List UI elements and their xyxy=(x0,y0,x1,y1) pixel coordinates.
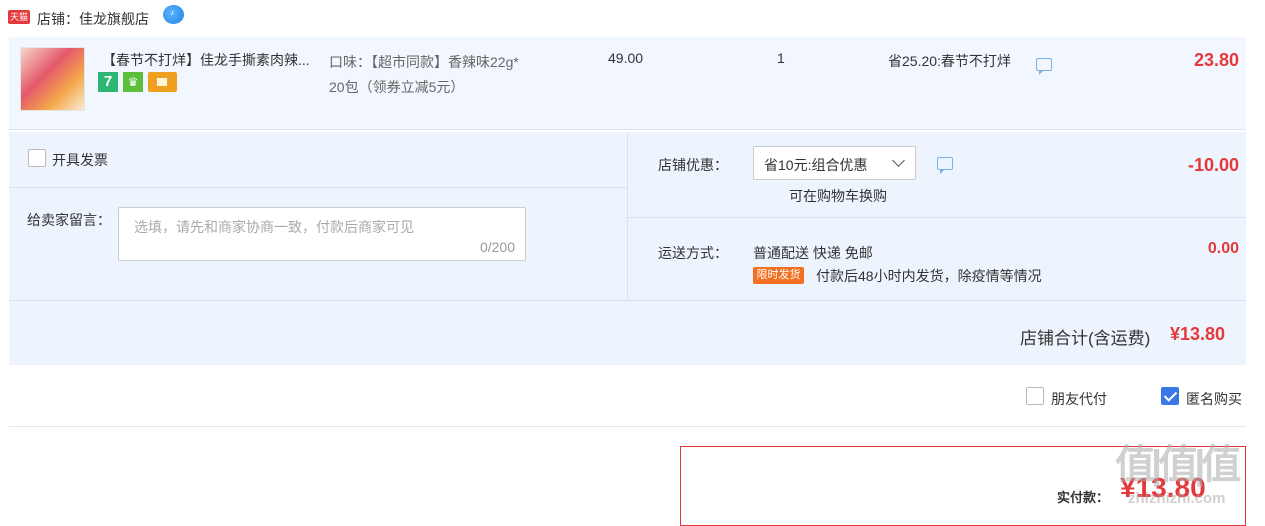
divider xyxy=(9,300,1246,301)
product-title[interactable]: 【春节不打烊】佳龙手撕素肉辣... xyxy=(102,50,324,70)
product-sku: 口味：【超市同款】香辣味22g* 20包（领券立减5元） xyxy=(329,50,559,100)
promotion-comment-icon[interactable] xyxy=(1036,58,1052,75)
seven-day-return-icon: 7 xyxy=(98,72,118,92)
paid-label: 实付款： xyxy=(1057,490,1110,505)
unit-price: 49.00 xyxy=(608,50,644,66)
anonymous-checkbox[interactable] xyxy=(1161,387,1179,405)
friend-pay-label[interactable]: 朋友代付 xyxy=(1051,389,1107,409)
invoice-checkbox[interactable] xyxy=(28,149,46,167)
watermark-site: zhizhizhi.com xyxy=(1128,490,1226,507)
shop-name[interactable]: 店铺：佳龙旗舰店 xyxy=(37,9,149,29)
anonymous-label[interactable]: 匿名购买 xyxy=(1186,389,1242,409)
product-thumbnail[interactable] xyxy=(20,47,85,111)
shipping-label: 运送方式： xyxy=(658,245,728,261)
chat-bubble-glyph: ♪ xyxy=(170,8,174,17)
divider xyxy=(9,187,627,188)
sku-line-1: 口味：【超市同款】香辣味22g* xyxy=(329,54,519,70)
shop-discount-amount: -10.00 xyxy=(1187,155,1239,175)
shop-discount-select[interactable]: 省10元:组合优惠 xyxy=(753,146,916,180)
divider xyxy=(628,217,1246,218)
guarantee-shield-icon: ♛ xyxy=(123,72,143,92)
credit-card-icon xyxy=(148,72,177,92)
friend-pay-checkbox[interactable] xyxy=(1026,387,1044,405)
timed-shipping-badge: 限时发货 xyxy=(753,267,804,284)
shipping-amount: 0.00 xyxy=(1207,240,1239,257)
seller-note-label: 给卖家留言： xyxy=(27,212,111,228)
seller-note-placeholder: 选填，请先和商家协商一致，付款后商家可见 xyxy=(134,219,414,235)
sku-line-2: 20包（领券立减5元） xyxy=(329,79,465,95)
seller-note-textarea[interactable]: 选填，请先和商家协商一致，付款后商家可见 0/200 xyxy=(118,207,526,261)
discount-comment-icon[interactable] xyxy=(937,157,953,174)
seller-note-counter: 0/200 xyxy=(479,239,515,255)
shipping-note: 付款后48小时内发货，除疫情等情况 xyxy=(816,268,1042,284)
promotion-text: 省25.20:春节不打烊 xyxy=(888,53,1011,69)
watermark-logo: 值|值|值 xyxy=(1115,443,1241,487)
chevron-down-icon xyxy=(892,154,905,167)
shipping-method: 普通配送 快递 免邮 xyxy=(753,245,873,261)
invoice-label[interactable]: 开具发票 xyxy=(52,150,108,170)
chat-bubble-icon[interactable]: ♪ xyxy=(163,5,184,24)
item-subtotal: 23.80 xyxy=(1193,50,1239,70)
shop-discount-label: 店铺优惠： xyxy=(658,157,728,173)
quantity: 1 xyxy=(777,50,785,66)
shop-discount-value: 省10元:组合优惠 xyxy=(764,157,868,173)
shop-total-label: 店铺合计(含运费) xyxy=(1020,329,1151,348)
divider xyxy=(627,132,628,300)
tmall-logo: 天猫 xyxy=(8,10,30,24)
divider xyxy=(9,426,1246,427)
shop-discount-hint[interactable]: 可在购物车换购 xyxy=(789,186,887,206)
shop-total-value: ¥13.80 xyxy=(1170,324,1226,344)
